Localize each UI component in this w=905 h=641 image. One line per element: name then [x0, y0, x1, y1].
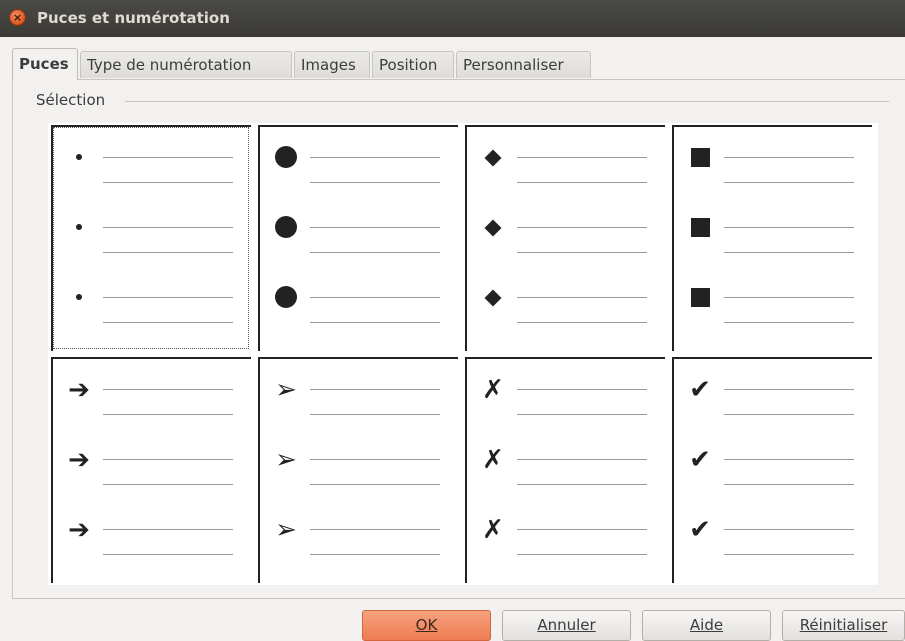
- small-dot-icon: [61, 283, 97, 313]
- bullet-option-arrow[interactable]: ➔ ➔ ➔: [51, 357, 251, 583]
- tab-puces[interactable]: Puces: [12, 48, 78, 80]
- square-icon: [682, 283, 718, 313]
- small-dot-icon: [61, 213, 97, 243]
- arrow-icon: ➔: [68, 375, 90, 405]
- ok-button[interactable]: OK: [362, 610, 491, 641]
- tab-type-numerotation[interactable]: Type de numérotation: [80, 51, 292, 78]
- selection-legend: Sélection: [36, 91, 106, 109]
- check-mark-icon: ✔: [689, 445, 711, 475]
- bullet-option-x-mark[interactable]: ✗ ✗ ✗: [465, 357, 665, 583]
- help-button[interactable]: Aide: [642, 610, 771, 641]
- arrowhead-icon: ➢: [275, 515, 297, 545]
- bullet-option-check-mark[interactable]: ✔ ✔ ✔: [672, 357, 872, 583]
- tab-images[interactable]: Images: [294, 51, 370, 78]
- title-bar: × Puces et numérotation: [0, 0, 905, 37]
- bullet-option-small-dot[interactable]: [51, 125, 251, 351]
- tab-position[interactable]: Position: [372, 51, 454, 78]
- check-mark-icon: ✔: [689, 515, 711, 545]
- x-mark-icon: ✗: [482, 515, 504, 545]
- circle-icon: [268, 143, 304, 173]
- diamond-icon: [475, 283, 511, 313]
- bullet-grid: ➔ ➔ ➔ ➢ ➢ ➢ ✗ ✗ ✗ ✔ ✔ ✔: [48, 123, 878, 585]
- dialog-buttons: OK Annuler Aide Réinitialiser: [0, 610, 905, 641]
- arrowhead-icon: ➢: [275, 375, 297, 405]
- circle-icon: [268, 213, 304, 243]
- arrowhead-icon: ➢: [275, 445, 297, 475]
- reset-button[interactable]: Réinitialiser: [782, 610, 905, 641]
- window-title: Puces et numérotation: [37, 9, 230, 27]
- cancel-button[interactable]: Annuler: [502, 610, 631, 641]
- legend-divider: [125, 101, 889, 102]
- bullet-option-large-circle[interactable]: [258, 125, 458, 351]
- square-icon: [682, 213, 718, 243]
- bullet-option-diamond[interactable]: [465, 125, 665, 351]
- arrow-icon: ➔: [68, 515, 90, 545]
- circle-icon: [268, 283, 304, 313]
- diamond-icon: [475, 143, 511, 173]
- tab-personnaliser[interactable]: Personnaliser: [456, 51, 591, 78]
- small-dot-icon: [61, 143, 97, 173]
- bullet-option-square[interactable]: [672, 125, 872, 351]
- bullet-option-arrowhead[interactable]: ➢ ➢ ➢: [258, 357, 458, 583]
- square-icon: [682, 143, 718, 173]
- close-icon[interactable]: ×: [9, 9, 26, 26]
- check-mark-icon: ✔: [689, 375, 711, 405]
- bullets-panel: Sélection ➔ ➔ ➔ ➢ ➢ ➢ ✗ ✗ ✗ ✔ ✔ ✔: [12, 79, 905, 599]
- diamond-icon: [475, 213, 511, 243]
- x-mark-icon: ✗: [482, 375, 504, 405]
- x-mark-icon: ✗: [482, 445, 504, 475]
- arrow-icon: ➔: [68, 445, 90, 475]
